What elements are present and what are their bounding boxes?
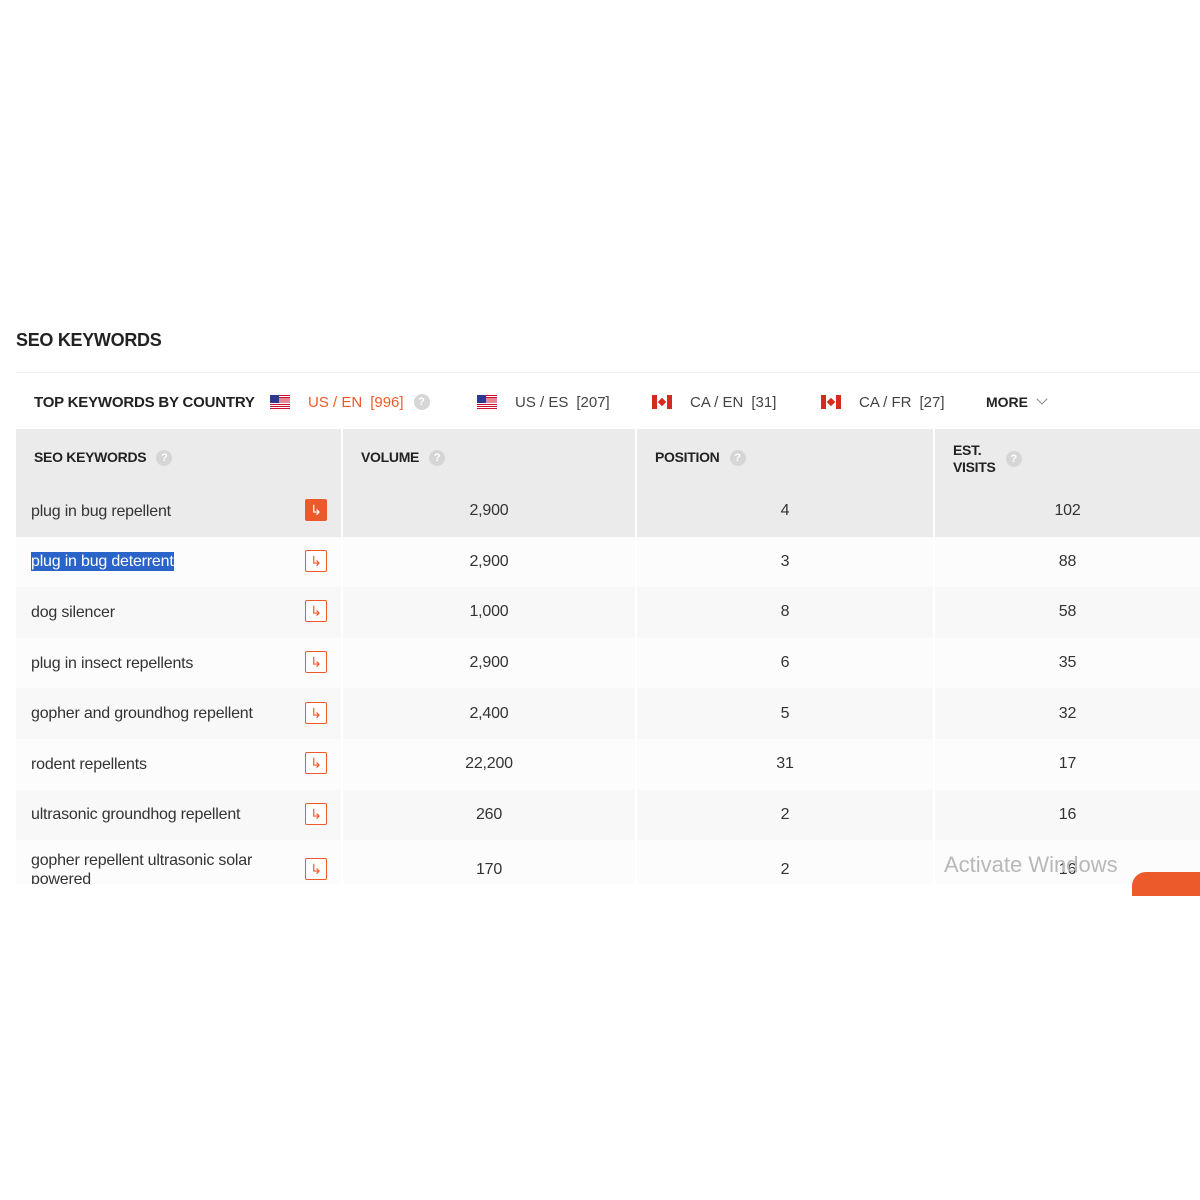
floating-action-tab[interactable] xyxy=(1132,872,1200,896)
est-visits-cell: 88 xyxy=(934,536,1200,588)
position-cell: 3 xyxy=(636,536,935,588)
est-visits-cell: 102 xyxy=(934,486,1200,537)
keyword-text[interactable]: gopher repellent ultrasonic solar powere… xyxy=(31,851,271,884)
country-tab-count: [207] xyxy=(576,393,610,411)
open-keyword-icon[interactable]: ↳ xyxy=(305,499,327,522)
volume-cell: 260 xyxy=(342,789,637,841)
us-flag-icon xyxy=(477,395,497,409)
keyword-cell: gopher and groundhog repellent ↳ xyxy=(16,688,343,739)
open-keyword-icon[interactable]: ↳ xyxy=(305,752,327,775)
country-tab-label: US / EN xyxy=(308,393,363,411)
page: SEO KEYWORDS TOP KEYWORDS BY COUNTRY US … xyxy=(0,0,1200,1200)
column-header-est-visits[interactable]: EST. VISITS ? xyxy=(934,429,1200,486)
keyword-text[interactable]: plug in bug repellent xyxy=(31,502,171,521)
keyword-cell: gopher repellent ultrasonic solar powere… xyxy=(16,840,343,884)
column-header-volume[interactable]: VOLUME? xyxy=(342,429,637,486)
est-visits-cell: 16 xyxy=(934,789,1200,841)
keyword-text[interactable]: plug in insect repellents xyxy=(31,654,193,673)
position-cell: 31 xyxy=(636,738,935,790)
help-icon[interactable]: ? xyxy=(729,450,746,467)
chevron-down-icon xyxy=(1036,393,1048,405)
table-row: rodent repellents ↳ 22,200 31 17 xyxy=(16,738,1200,790)
keywords-panel: TOP KEYWORDS BY COUNTRY US / EN [996] ? … xyxy=(16,372,1200,884)
table-row: dog silencer ↳ 1,000 8 58 xyxy=(16,587,1200,638)
open-keyword-icon[interactable]: ↳ xyxy=(305,600,327,623)
keyword-text[interactable]: rodent repellents xyxy=(31,755,147,774)
position-cell: 4 xyxy=(636,486,935,537)
keyword-cell: plug in bug repellent ↳ xyxy=(16,486,343,537)
keyword-text[interactable]: ultrasonic groundhog repellent xyxy=(31,805,240,824)
ca-flag-icon xyxy=(652,395,672,409)
country-tab-count: [27] xyxy=(919,393,945,411)
table-row: plug in bug repellent ↳ 2,900 4 102 xyxy=(16,486,1200,537)
column-header-label: VOLUME xyxy=(361,448,420,465)
table-row: gopher and groundhog repellent ↳ 2,400 5… xyxy=(16,688,1200,739)
open-keyword-icon[interactable]: ↳ xyxy=(305,549,327,572)
position-cell: 2 xyxy=(636,789,935,841)
page-background xyxy=(0,884,1200,1200)
column-header-label: SEO KEYWORDS xyxy=(34,448,147,465)
keyword-text[interactable]: dog silencer xyxy=(31,603,115,622)
help-icon[interactable]: ? xyxy=(429,450,446,467)
column-header-position[interactable]: POSITION? xyxy=(636,429,935,486)
table-row: plug in insect repellents ↳ 2,900 6 35 xyxy=(16,637,1200,689)
column-header-label: VISITS xyxy=(953,458,996,475)
volume-cell: 2,900 xyxy=(342,486,637,537)
country-tab-ca-fr[interactable]: CA / FR [27] xyxy=(821,390,945,414)
us-flag-icon xyxy=(270,395,290,409)
country-tab-us-en[interactable]: US / EN [996] ? xyxy=(270,390,430,414)
open-keyword-icon[interactable]: ↳ xyxy=(305,858,327,881)
help-icon[interactable]: ? xyxy=(413,394,430,410)
position-cell: 2 xyxy=(636,840,935,884)
country-tab-count: [31] xyxy=(751,393,777,411)
est-visits-cell: 17 xyxy=(934,738,1200,790)
est-visits-cell: 58 xyxy=(934,587,1200,638)
volume-cell: 2,900 xyxy=(342,536,637,588)
est-visits-cell: 32 xyxy=(934,688,1200,739)
position-cell: 5 xyxy=(636,688,935,739)
open-keyword-icon[interactable]: ↳ xyxy=(305,802,327,825)
volume-cell: 2,900 xyxy=(342,637,637,689)
keywords-table: SEO KEYWORDS? VOLUME? POSITION? EST. VIS… xyxy=(16,429,1200,884)
country-tab-label: CA / FR xyxy=(859,393,912,411)
keyword-cell: rodent repellents ↳ xyxy=(16,738,343,790)
activate-windows-watermark: Activate Windows xyxy=(944,852,1118,877)
more-label: MORE xyxy=(986,394,1028,410)
help-icon[interactable]: ? xyxy=(1005,450,1022,467)
keyword-text[interactable]: plug in bug deterrent xyxy=(31,552,174,572)
section-title: SEO KEYWORDS xyxy=(16,330,162,350)
country-tab-label: US / ES xyxy=(515,393,569,411)
keyword-cell: plug in insect repellents ↳ xyxy=(16,637,343,689)
open-keyword-icon[interactable]: ↳ xyxy=(305,651,327,674)
table-header-row: SEO KEYWORDS? VOLUME? POSITION? EST. VIS… xyxy=(16,429,1200,486)
keyword-cell: plug in bug deterrent ↳ xyxy=(16,536,343,588)
ca-flag-icon xyxy=(821,395,841,409)
keyword-cell: ultrasonic groundhog repellent ↳ xyxy=(16,789,343,841)
help-icon[interactable]: ? xyxy=(156,450,173,467)
table-row: plug in bug deterrent ↳ 2,900 3 88 xyxy=(16,536,1200,588)
country-tab-count: [996] xyxy=(370,393,404,411)
keyword-cell: dog silencer ↳ xyxy=(16,587,343,638)
column-header-label: POSITION xyxy=(655,448,720,465)
country-tab-us-es[interactable]: US / ES [207] xyxy=(477,390,610,414)
country-bar-label: TOP KEYWORDS BY COUNTRY xyxy=(34,394,255,411)
open-keyword-icon[interactable]: ↳ xyxy=(305,701,327,724)
table-row: ultrasonic groundhog repellent ↳ 260 2 1… xyxy=(16,789,1200,841)
position-cell: 8 xyxy=(636,587,935,638)
volume-cell: 170 xyxy=(342,840,637,884)
country-tab-label: CA / EN xyxy=(690,393,744,411)
column-header-keywords[interactable]: SEO KEYWORDS? xyxy=(16,429,343,486)
more-dropdown[interactable]: MORE xyxy=(986,393,1048,410)
volume-cell: 1,000 xyxy=(342,587,637,638)
country-tab-ca-en[interactable]: CA / EN [31] xyxy=(652,390,776,414)
volume-cell: 2,400 xyxy=(342,688,637,739)
column-header-label: EST. xyxy=(953,441,982,458)
country-bar: TOP KEYWORDS BY COUNTRY US / EN [996] ? … xyxy=(16,372,1200,430)
position-cell: 6 xyxy=(636,637,935,689)
est-visits-cell: 35 xyxy=(934,637,1200,689)
volume-cell: 22,200 xyxy=(342,738,637,790)
keyword-text[interactable]: gopher and groundhog repellent xyxy=(31,704,253,723)
